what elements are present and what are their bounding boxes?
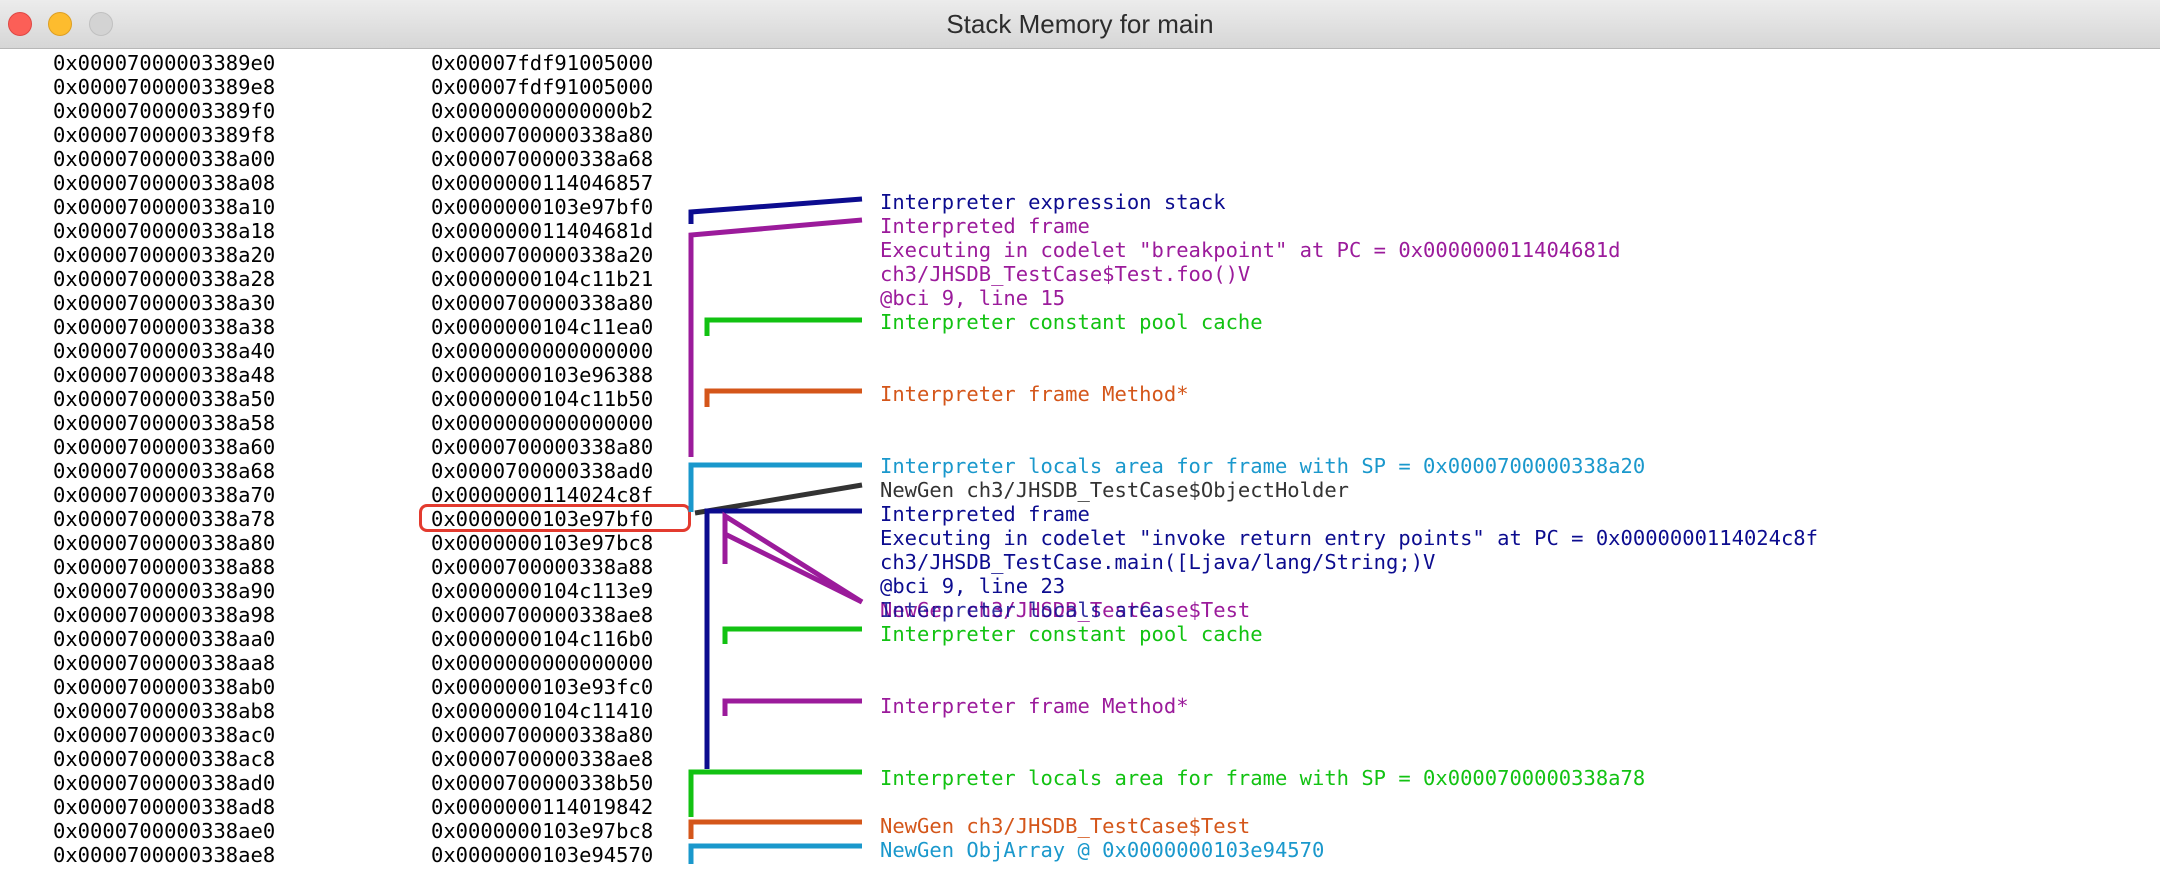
annotation-expression-stack: Interpreter expression stack <box>880 190 1226 214</box>
annotation-method-2: ch3/JHSDB_TestCase.main([Ljava/lang/Stri… <box>880 550 1436 574</box>
objarray-bracket <box>688 843 862 864</box>
newgen-test-bracket <box>688 819 862 839</box>
window-title: Stack Memory for main <box>946 9 1214 39</box>
annotation-cp-cache-1: Interpreter constant pool cache <box>880 310 1263 334</box>
frame-method-1-bracket <box>704 388 862 407</box>
annotation-locals-2: Interpreter locals area for frame with S… <box>880 766 1646 790</box>
annotation-newgen-test: NewGen ch3/JHSDB_TestCase$Test <box>880 814 1251 838</box>
annotation-bci-2: @bci 9, line 23 <box>880 574 1066 598</box>
annotation-cp-cache-2: Interpreter constant pool cache <box>880 622 1263 646</box>
annotation-overlap-locals: Interpreter locals area <box>880 598 1164 622</box>
annotation-interpreted-frame-2: Interpreted frame <box>880 502 1090 526</box>
interp-frame-1-bracket <box>688 217 863 457</box>
annotation-codelet-1: Executing in codelet "breakpoint" at PC … <box>880 238 1621 262</box>
stack-memory-panel: 0x00007000003389e0 0x00007fdf91005000 0x00… <box>0 49 2160 886</box>
annotation-interpreted-frame-1: Interpreted frame <box>880 214 1090 238</box>
annotation-method-1: ch3/JHSDB_TestCase$Test.foo()V <box>880 262 1251 286</box>
annotation-frame-method-2: Interpreter frame Method* <box>880 694 1189 718</box>
locals-2-bracket <box>688 769 862 817</box>
annotation-codelet-2: Executing in codelet "invoke return entr… <box>880 526 1818 550</box>
frame-method-2-bracket <box>722 698 862 716</box>
annotation-objholder: NewGen ch3/JHSDB_TestCase$ObjectHolder <box>880 478 1349 502</box>
newgen-test-ref-2 <box>722 529 864 605</box>
annotation-objarray: NewGen ObjArray @ 0x0000000103e94570 <box>880 838 1325 862</box>
window-titlebar: Stack Memory for main <box>0 0 2160 49</box>
annotation-bci-1: @bci 9, line 15 <box>880 286 1066 310</box>
annotation-frame-method-1: Interpreter frame Method* <box>880 382 1189 406</box>
cp-cache-1-bracket <box>704 317 862 336</box>
interp-frame-2-bracket <box>704 508 862 769</box>
annotation-locals-1: Interpreter locals area for frame with S… <box>880 454 1646 478</box>
cp-cache-2-bracket <box>722 626 862 644</box>
